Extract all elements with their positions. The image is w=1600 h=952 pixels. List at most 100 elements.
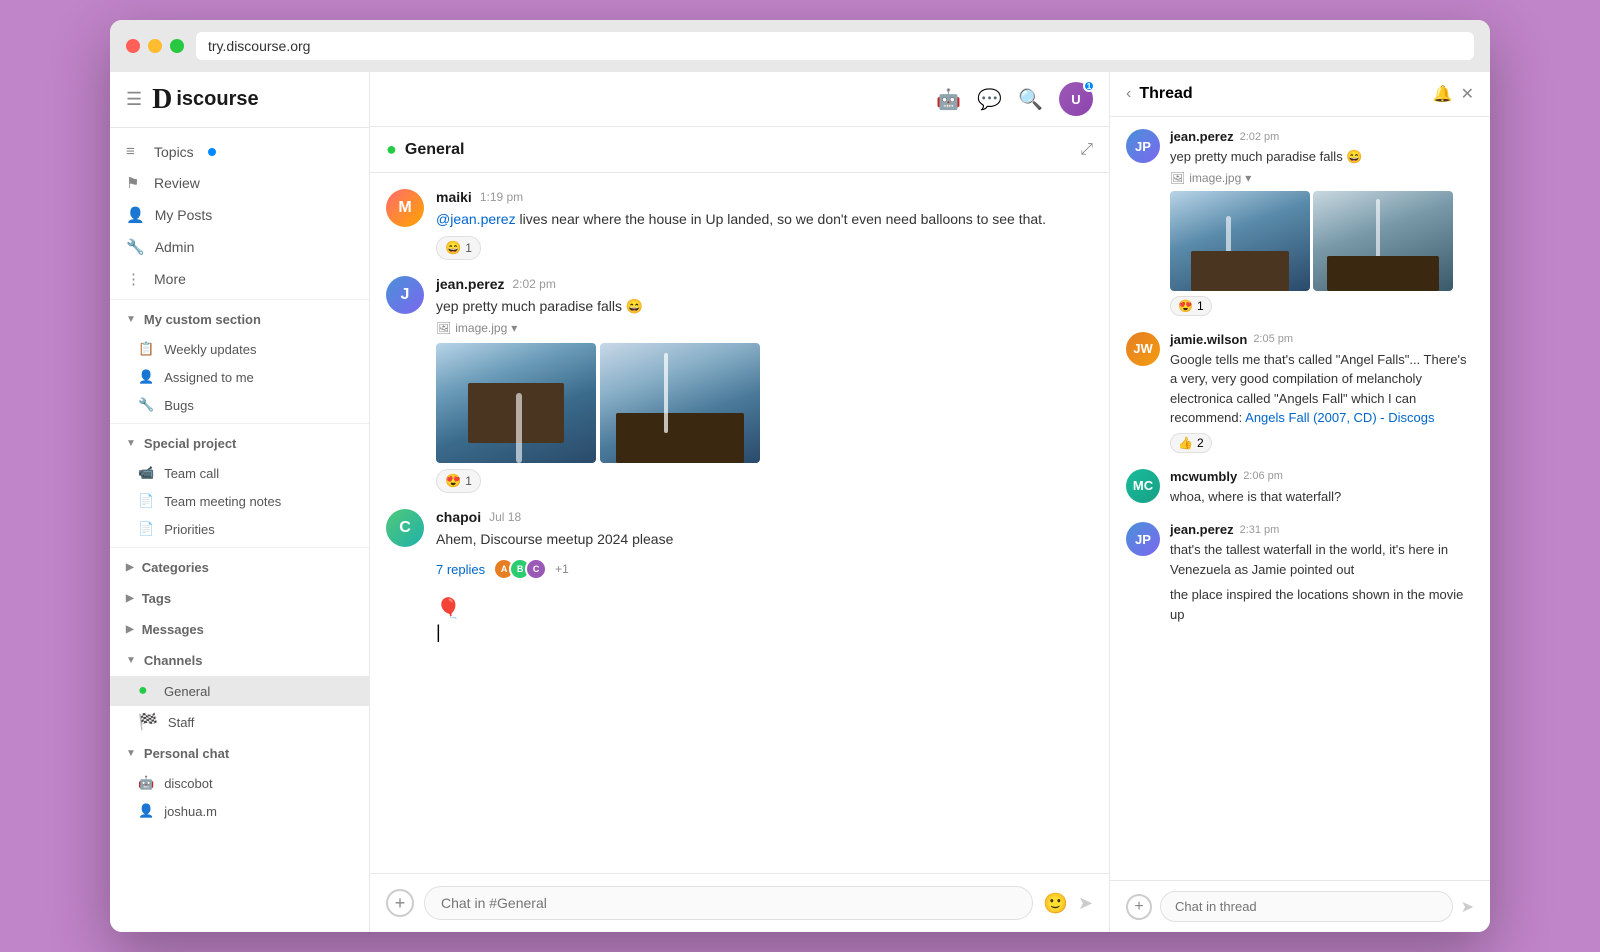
chat-input[interactable] [424, 886, 1033, 920]
sidebar-item-staff[interactable]: 🏁 Staff [110, 706, 369, 738]
message-header: maiki 1:19 pm [436, 189, 1093, 205]
avatar-img-chapoi: C [386, 509, 424, 547]
sidebar-item-joshua[interactable]: 👤 joshua.m [110, 797, 369, 825]
categories-label: Categories [142, 560, 209, 575]
top-nav: ☰ Discourse [110, 72, 369, 128]
sidebar-item-my-posts[interactable]: 👤 My Posts [110, 199, 369, 231]
channel-status-dot: ● [386, 139, 397, 160]
message-time: 2:02 pm [512, 277, 555, 291]
chat-actions: ⤢ [1080, 141, 1093, 159]
sidebar-item-team-meeting-notes[interactable]: 📄 Team meeting notes [110, 487, 369, 515]
reaction-button[interactable]: 😍 1 [436, 469, 481, 493]
search-icon[interactable]: 🔍 [1018, 87, 1043, 112]
thread-message-content: jean.perez 2:02 pm yep pretty much parad… [1170, 129, 1474, 316]
message-header: jean.perez 2:02 pm [436, 276, 1093, 292]
tags-header[interactable]: ▶ Tags [110, 583, 369, 614]
thread-reaction-button[interactable]: 😍 1 [1170, 296, 1212, 316]
priorities-label: Priorities [164, 522, 215, 537]
sidebar-item-discobot[interactable]: 🤖 discobot [110, 769, 369, 797]
special-project-header[interactable]: ▼ Special project [110, 428, 369, 459]
sidebar-item-general[interactable]: ● General [110, 676, 369, 706]
emoji-button[interactable]: 🙂 [1043, 891, 1068, 916]
message-content: maiki 1:19 pm @jean.perez lives near whe… [436, 189, 1093, 260]
add-attachment-button[interactable]: + [386, 889, 414, 917]
thread-link[interactable]: Angels Fall (2007, CD) - Discogs [1245, 410, 1434, 425]
thread-image-right[interactable] [1313, 191, 1453, 291]
divider-2 [110, 423, 369, 424]
sidebar-item-bugs[interactable]: 🔧 Bugs [110, 391, 369, 419]
chevron-down-icon-3: ▼ [126, 655, 136, 666]
close-icon[interactable]: ✕ [1461, 84, 1474, 104]
thread-image-container [1170, 191, 1474, 291]
reaction-button[interactable]: 😄 1 [436, 236, 481, 260]
send-button[interactable]: ➤ [1078, 893, 1093, 914]
thread-message-header: mcwumbly 2:06 pm [1170, 469, 1474, 484]
topics-label: Topics [154, 144, 194, 160]
address-bar[interactable]: try.discourse.org [196, 32, 1474, 60]
thread-send-button[interactable]: ➤ [1461, 897, 1474, 917]
categories-header[interactable]: ▶ Categories [110, 552, 369, 583]
traffic-lights [126, 39, 184, 53]
thread-image-left[interactable] [1170, 191, 1310, 291]
thread-reaction-button[interactable]: 👍 2 [1170, 433, 1212, 453]
team-call-label: Team call [164, 466, 219, 481]
weekly-updates-label: Weekly updates [164, 342, 256, 357]
thread-reaction-emoji: 😍 [1178, 299, 1193, 313]
review-icon: ⚑ [126, 174, 144, 192]
messages-header[interactable]: ▶ Messages [110, 614, 369, 645]
fullscreen-button[interactable] [170, 39, 184, 53]
thread-reaction-emoji: 👍 [1178, 436, 1193, 450]
dropdown-arrow[interactable]: ▾ [511, 321, 517, 335]
sidebar-item-admin[interactable]: 🔧 Admin [110, 231, 369, 263]
message-content: jean.perez 2:02 pm yep pretty much parad… [436, 276, 1093, 493]
thread-text-2: the place inspired the locations shown i… [1170, 585, 1474, 624]
expand-icon[interactable]: ⤢ [1080, 141, 1093, 158]
logo-d: D [152, 84, 172, 116]
channel-name: General [405, 141, 465, 159]
reply-avatar-3: C [525, 558, 547, 580]
thread-add-button[interactable]: + [1126, 894, 1152, 920]
team-call-icon: 📹 [138, 465, 154, 481]
admin-icon: 🔧 [126, 238, 145, 256]
sidebar-item-priorities[interactable]: 📄 Priorities [110, 515, 369, 543]
sidebar-item-assigned-to-me[interactable]: 👤 Assigned to me [110, 363, 369, 391]
topics-icon: ≡ [126, 143, 144, 160]
my-custom-section-header[interactable]: ▼ My custom section [110, 304, 369, 335]
list-item: MC mcwumbly 2:06 pm whoa, where is that … [1126, 469, 1474, 507]
main-top-bar: 🤖 💬 🔍 U 1 [370, 72, 1109, 127]
sidebar-item-topics[interactable]: ≡ Topics [110, 136, 369, 167]
hamburger-icon[interactable]: ☰ [126, 89, 142, 110]
weekly-updates-icon: 📋 [138, 341, 154, 357]
review-label: Review [154, 175, 200, 191]
robot-icon[interactable]: 🤖 [936, 87, 961, 112]
assigned-icon: 👤 [138, 369, 154, 385]
thread-input[interactable] [1160, 891, 1453, 922]
thread-avatar-jean: JP [1126, 129, 1160, 163]
sidebar-item-more[interactable]: ⋮ More [110, 263, 369, 295]
topics-badge [208, 148, 216, 156]
special-project-label: Special project [144, 436, 236, 451]
back-icon[interactable]: ‹ [1126, 85, 1131, 103]
message-time: Jul 18 [489, 510, 521, 524]
personal-chat-header[interactable]: ▼ Personal chat [110, 738, 369, 769]
personal-chat-items: 🤖 discobot 👤 joshua.m [110, 769, 369, 825]
user-avatar[interactable]: U 1 [1059, 82, 1093, 116]
sidebar-item-review[interactable]: ⚑ Review [110, 167, 369, 199]
dropdown-arrow[interactable]: ▾ [1245, 171, 1251, 185]
minimize-button[interactable] [148, 39, 162, 53]
bell-icon[interactable]: 🔔 [1433, 84, 1453, 104]
sidebar-item-weekly-updates[interactable]: 📋 Weekly updates [110, 335, 369, 363]
chat-bubble-icon[interactable]: 💬 [977, 87, 1002, 112]
image-left[interactable] [436, 343, 596, 463]
chat-header: ● General ⤢ [370, 127, 1109, 173]
thread-header: ‹ Thread 🔔 ✕ [1110, 72, 1490, 117]
image-right[interactable] [600, 343, 760, 463]
close-button[interactable] [126, 39, 140, 53]
channels-header[interactable]: ▼ Channels [110, 645, 369, 676]
thread-time: 2:06 pm [1243, 470, 1283, 482]
thread-file-label: 🖼 image.jpg ▾ [1170, 171, 1474, 185]
image-container [436, 343, 1093, 463]
replies-link[interactable]: 7 replies [436, 562, 485, 577]
sidebar-item-team-call[interactable]: 📹 Team call [110, 459, 369, 487]
admin-label: Admin [155, 239, 195, 255]
